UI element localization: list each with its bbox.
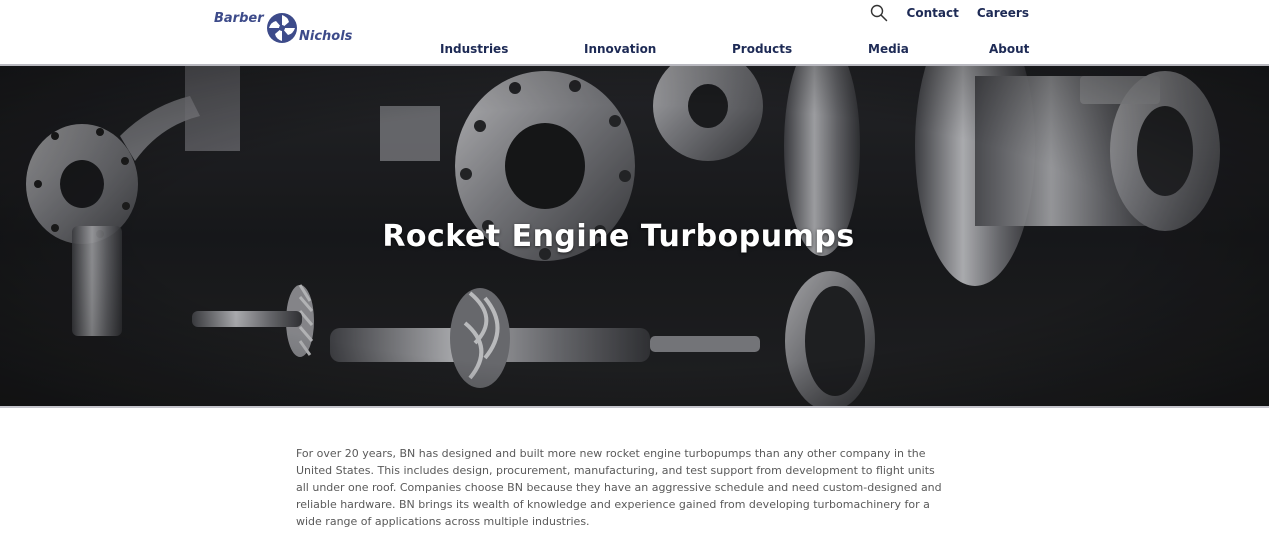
logo-turbine-icon	[267, 13, 297, 43]
careers-link[interactable]: Careers	[977, 6, 1029, 20]
main-nav: Industries Innovation Products Media Abo…	[0, 42, 1269, 58]
nav-item-innovation[interactable]: Innovation	[584, 42, 656, 56]
nav-item-media[interactable]: Media	[868, 42, 909, 56]
hero-banner: Rocket Engine Turbopumps	[0, 66, 1269, 408]
utility-nav: Contact Careers	[869, 4, 1029, 22]
search-icon	[870, 4, 887, 22]
nav-item-products[interactable]: Products	[732, 42, 792, 56]
search-button[interactable]	[869, 3, 889, 23]
intro-paragraph: For over 20 years, BN has designed and b…	[296, 447, 942, 528]
contact-link[interactable]: Contact	[907, 6, 959, 20]
page-title: Rocket Engine Turbopumps	[382, 219, 855, 254]
logo-text-barber: Barber	[214, 11, 264, 26]
nav-item-about[interactable]: About	[989, 42, 1029, 56]
site-header: Barber Nichols Contact Careers Industrie…	[0, 0, 1269, 66]
nav-item-industries[interactable]: Industries	[440, 42, 508, 56]
